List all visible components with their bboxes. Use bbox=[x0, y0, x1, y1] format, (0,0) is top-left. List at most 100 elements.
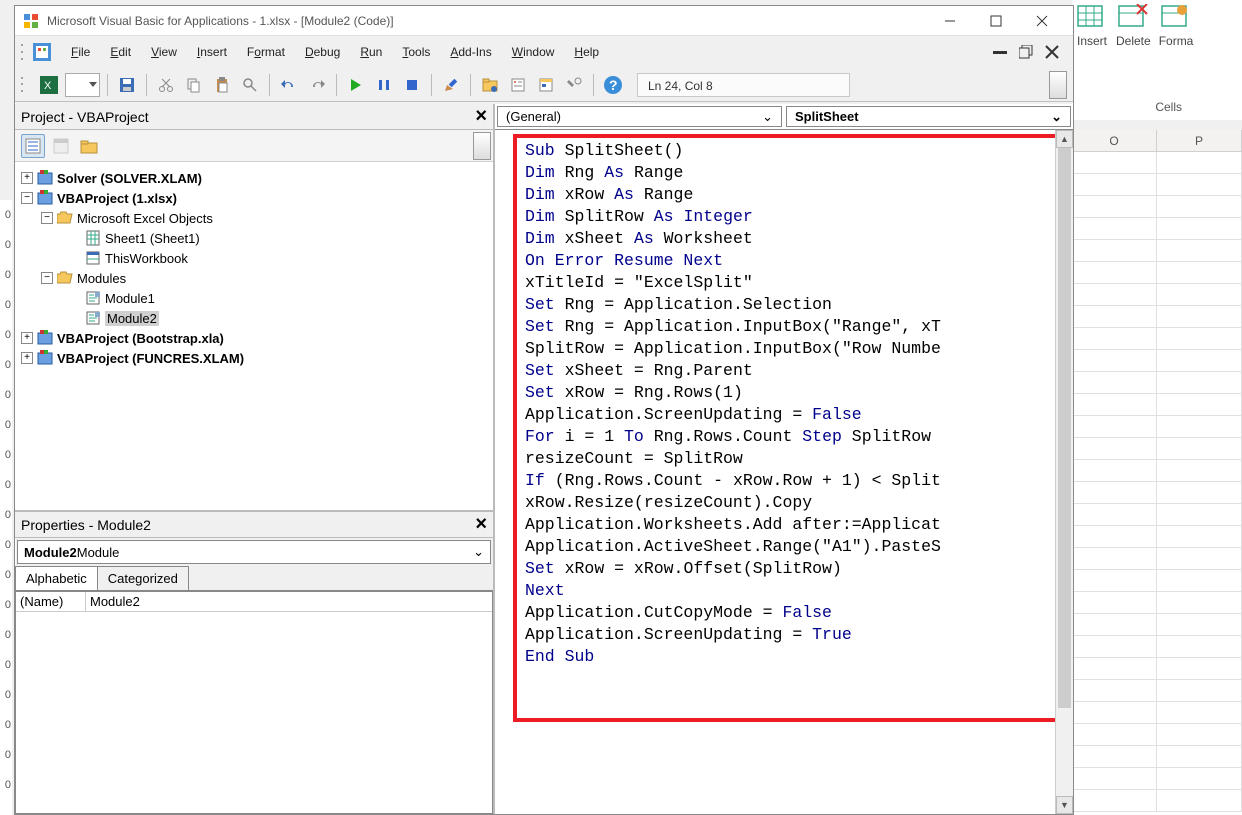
chevron-down-icon: ⌄ bbox=[1051, 109, 1062, 125]
procedure-dropdown[interactable]: SplitSheet⌄ bbox=[786, 106, 1071, 127]
maximize-button[interactable] bbox=[973, 6, 1019, 36]
design-mode-button[interactable] bbox=[439, 73, 463, 97]
menu-tools[interactable]: Tools bbox=[392, 41, 440, 63]
find-button[interactable] bbox=[238, 73, 262, 97]
vbe-window: Microsoft Visual Basic for Applications … bbox=[14, 5, 1074, 815]
run-button[interactable] bbox=[344, 73, 368, 97]
undo-button[interactable] bbox=[277, 73, 301, 97]
collapse-icon[interactable]: − bbox=[41, 212, 53, 224]
collapse-icon[interactable]: − bbox=[41, 272, 53, 284]
ribbon-delete[interactable]: Delete bbox=[1112, 0, 1155, 120]
tree-label: Modules bbox=[77, 271, 126, 286]
toolbox-button[interactable] bbox=[562, 73, 586, 97]
view-object-button[interactable] bbox=[49, 134, 73, 158]
tree-solver[interactable]: +Solver (SOLVER.XLAM) bbox=[19, 168, 489, 188]
save-button[interactable] bbox=[115, 73, 139, 97]
object-dropdown[interactable]: (General)⌄ bbox=[497, 106, 782, 127]
menu-insert[interactable]: Insert bbox=[187, 41, 237, 63]
redo-button[interactable] bbox=[305, 73, 329, 97]
project-explorer-button[interactable] bbox=[478, 73, 502, 97]
properties-object-combo[interactable]: Module2 Module ⌄ bbox=[17, 540, 491, 564]
reset-button[interactable] bbox=[400, 73, 424, 97]
tree-module2[interactable]: Module2 bbox=[19, 308, 489, 328]
project-tree[interactable]: +Solver (SOLVER.XLAM) −VBAProject (1.xls… bbox=[15, 162, 493, 512]
property-row-name[interactable]: (Name) Module2 bbox=[16, 592, 492, 612]
tree-excel-objects[interactable]: − Microsoft Excel Objects bbox=[19, 208, 489, 228]
project-panel-close[interactable]: × bbox=[475, 105, 487, 128]
scroll-down-icon[interactable]: ▼ bbox=[1056, 796, 1073, 814]
vertical-scrollbar[interactable]: ▲ ▼ bbox=[1055, 130, 1073, 814]
property-value[interactable]: Module2 bbox=[86, 592, 492, 612]
tree-label: VBAProject (Bootstrap.xla) bbox=[57, 331, 224, 346]
col-header-o[interactable]: O bbox=[1072, 130, 1157, 151]
object-browser-button[interactable] bbox=[534, 73, 558, 97]
delete-cells-icon bbox=[1117, 4, 1149, 30]
properties-panel-close[interactable]: × bbox=[475, 513, 487, 536]
col-header-p[interactable]: P bbox=[1157, 130, 1242, 151]
menu-view[interactable]: View bbox=[141, 41, 187, 63]
tree-module1[interactable]: Module1 bbox=[19, 288, 489, 308]
tree-bootstrap[interactable]: + VBAProject (Bootstrap.xla) bbox=[19, 328, 489, 348]
menu-run[interactable]: Run bbox=[350, 41, 392, 63]
property-name: (Name) bbox=[16, 592, 86, 612]
toolbar-grip[interactable] bbox=[21, 75, 27, 95]
menubar-grip[interactable] bbox=[21, 42, 27, 62]
menu-file[interactable]: File bbox=[61, 41, 100, 63]
break-button[interactable] bbox=[372, 73, 396, 97]
menu-edit[interactable]: Edit bbox=[100, 41, 141, 63]
view-excel-button[interactable]: X bbox=[37, 73, 61, 97]
play-icon bbox=[349, 78, 363, 92]
svg-text:?: ? bbox=[609, 77, 618, 93]
scroll-up-icon[interactable]: ▲ bbox=[1056, 130, 1073, 148]
mdi-minimize[interactable] bbox=[991, 43, 1009, 61]
cut-button[interactable] bbox=[154, 73, 178, 97]
properties-panel-header[interactable]: Properties - Module2 × bbox=[15, 512, 493, 538]
scrollbar-thumb[interactable] bbox=[1058, 148, 1071, 708]
expand-icon[interactable]: + bbox=[21, 172, 33, 184]
tab-alphabetic[interactable]: Alphabetic bbox=[15, 566, 98, 590]
copy-button[interactable] bbox=[182, 73, 206, 97]
tree-label: Microsoft Excel Objects bbox=[77, 211, 213, 226]
code-text[interactable]: Sub SplitSheet() Dim Rng As Range Dim xR… bbox=[525, 140, 1053, 668]
cursor-position-status: Ln 24, Col 8 bbox=[637, 73, 850, 97]
tree-vbaproject[interactable]: −VBAProject (1.xlsx) bbox=[19, 188, 489, 208]
list-icon bbox=[25, 138, 41, 154]
scissors-icon bbox=[158, 77, 174, 93]
tree-modules-folder[interactable]: − Modules bbox=[19, 268, 489, 288]
mdi-restore[interactable] bbox=[1017, 43, 1035, 61]
menu-window[interactable]: Window bbox=[502, 41, 565, 63]
tree-funcres[interactable]: +VBAProject (FUNCRES.XLAM) bbox=[19, 348, 489, 368]
close-button[interactable] bbox=[1019, 6, 1065, 36]
code-editor[interactable]: Sub SplitSheet() Dim Rng As Range Dim xR… bbox=[495, 130, 1073, 814]
tab-categorized[interactable]: Categorized bbox=[97, 566, 189, 590]
ribbon-insert-label: Insert bbox=[1077, 34, 1107, 48]
expand-icon[interactable]: + bbox=[21, 332, 33, 344]
mdi-close[interactable] bbox=[1043, 43, 1061, 61]
insert-dropdown[interactable] bbox=[65, 73, 100, 97]
properties-button[interactable] bbox=[506, 73, 530, 97]
tree-thisworkbook[interactable]: ThisWorkbook bbox=[19, 248, 489, 268]
help-button[interactable]: ? bbox=[601, 73, 625, 97]
titlebar[interactable]: Microsoft Visual Basic for Applications … bbox=[15, 6, 1073, 36]
paste-button[interactable] bbox=[210, 73, 234, 97]
view-code-button[interactable] bbox=[21, 134, 45, 158]
project-toolbar-overflow[interactable] bbox=[473, 132, 491, 160]
properties-grid[interactable]: (Name) Module2 bbox=[15, 591, 493, 814]
menu-format[interactable]: Format bbox=[237, 41, 295, 63]
combo-object-type: Module bbox=[77, 545, 120, 560]
toggle-folders-button[interactable] bbox=[77, 134, 101, 158]
minimize-button[interactable] bbox=[927, 6, 973, 36]
project-panel-title: Project - VBAProject bbox=[21, 109, 149, 125]
expand-icon[interactable]: + bbox=[21, 352, 33, 364]
menu-help[interactable]: Help bbox=[564, 41, 609, 63]
toolbar-overflow[interactable] bbox=[1049, 71, 1067, 99]
collapse-icon[interactable]: − bbox=[21, 192, 33, 204]
project-panel-header[interactable]: Project - VBAProject × bbox=[15, 104, 493, 130]
properties-panel-title: Properties - Module2 bbox=[21, 517, 151, 533]
ribbon-insert[interactable]: Insert bbox=[1072, 0, 1112, 120]
browser-icon bbox=[538, 77, 554, 93]
format-cells-icon bbox=[1160, 4, 1192, 30]
menu-debug[interactable]: Debug bbox=[295, 41, 350, 63]
menu-addins[interactable]: Add-Ins bbox=[440, 41, 501, 63]
tree-sheet1[interactable]: Sheet1 (Sheet1) bbox=[19, 228, 489, 248]
